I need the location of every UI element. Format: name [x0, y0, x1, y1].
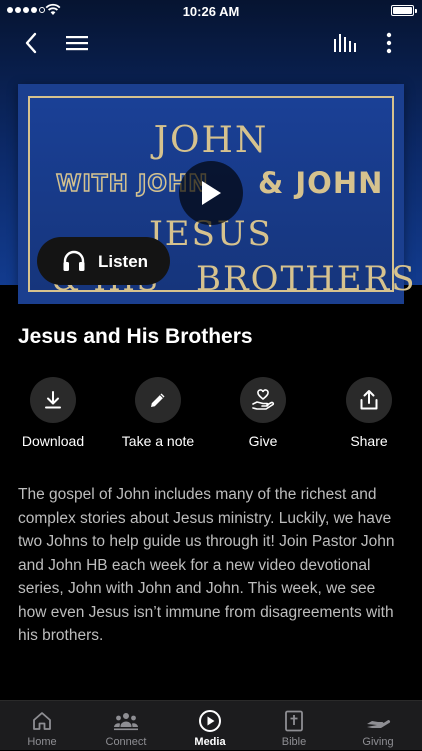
- audio-bars-button[interactable]: [330, 28, 360, 58]
- share-circle: [346, 377, 392, 423]
- download-icon: [45, 391, 61, 409]
- tab-home[interactable]: Home: [0, 701, 84, 751]
- tab-giving-label: Giving: [362, 736, 394, 748]
- download-label: Download: [21, 433, 85, 449]
- tab-connect[interactable]: Connect: [84, 701, 168, 751]
- share-icon: [360, 390, 378, 410]
- play-circle-icon: [197, 709, 223, 733]
- download-button[interactable]: Download: [0, 377, 108, 449]
- listen-label: Listen: [98, 252, 149, 271]
- take-note-circle: [135, 377, 181, 423]
- giving-hand-icon: [365, 709, 391, 733]
- tab-media-label: Media: [194, 736, 226, 748]
- listen-button[interactable]: Listen: [37, 237, 170, 285]
- bible-icon: [281, 709, 307, 733]
- download-circle: [30, 377, 76, 423]
- give-button[interactable]: Give: [208, 377, 318, 449]
- headphones-icon: [63, 250, 85, 271]
- tab-media[interactable]: Media: [168, 701, 252, 751]
- hamburger-menu-icon: [66, 36, 88, 51]
- equalizer-bars-icon: [334, 34, 356, 52]
- status-time: 10:26 AM: [182, 4, 240, 19]
- artwork-line-4b: BROTHERS: [196, 259, 417, 299]
- media-description: The gospel of John includes many of the …: [18, 486, 395, 644]
- tab-home-label: Home: [27, 736, 57, 748]
- more-button[interactable]: [375, 28, 403, 58]
- tab-giving[interactable]: Giving: [336, 701, 420, 751]
- share-label: Share: [350, 433, 388, 449]
- share-button[interactable]: Share: [314, 377, 422, 449]
- give-label: Give: [248, 433, 278, 449]
- status-bar: 10:26 AM: [0, 0, 422, 22]
- people-icon: [113, 709, 139, 733]
- artwork-line-2b: & JOHN: [258, 166, 384, 200]
- play-icon: [202, 181, 221, 205]
- artwork-line-1: JOHN: [153, 120, 269, 161]
- more-vertical-icon: [386, 32, 392, 54]
- chevron-left-icon: [25, 32, 37, 54]
- tab-bar: Home Connect Media Bible Giving: [0, 700, 422, 750]
- media-title: Jesus and His Brothers: [18, 325, 253, 348]
- play-button[interactable]: [179, 161, 243, 225]
- home-icon: [29, 709, 55, 733]
- tab-connect-label: Connect: [105, 736, 147, 748]
- tab-bible-label: Bible: [281, 736, 307, 748]
- back-button[interactable]: [14, 28, 48, 58]
- take-note-button[interactable]: Take a note: [103, 377, 213, 449]
- give-circle: [240, 377, 286, 423]
- menu-button[interactable]: [62, 28, 92, 58]
- take-note-label: Take a note: [121, 433, 195, 449]
- hand-heart-icon: [252, 389, 275, 410]
- battery-full-icon: [391, 5, 417, 16]
- tab-bible[interactable]: Bible: [252, 701, 336, 751]
- pencil-icon: [151, 393, 165, 407]
